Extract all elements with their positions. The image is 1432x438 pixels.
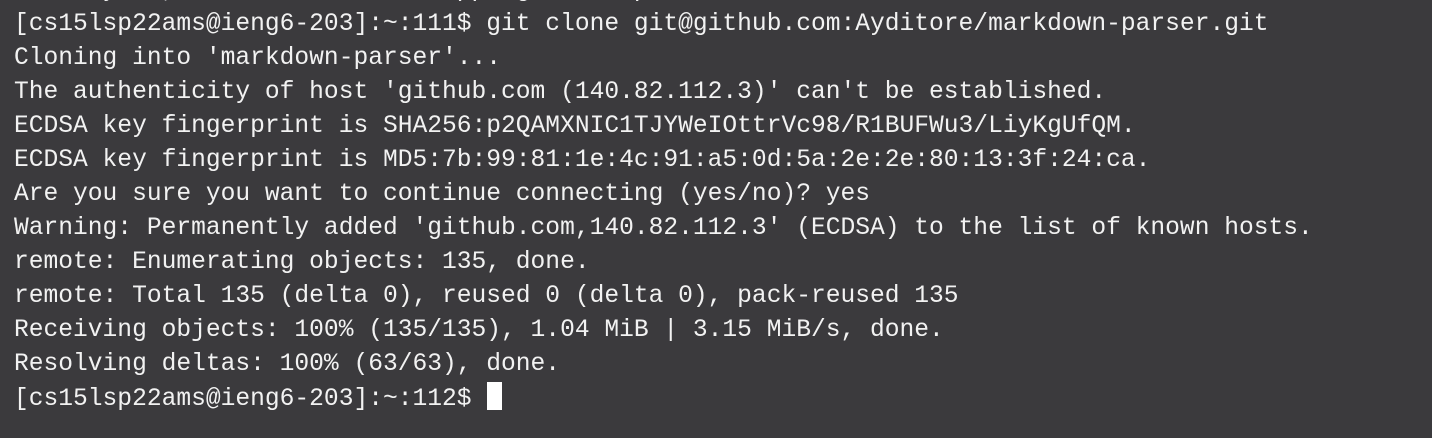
terminal-line: ECDSA key fingerprint is MD5:7b:99:81:1e… [14,147,1151,174]
shell-prompt: [cs15lsp22ams@ieng6-203]:~:112$ [14,386,487,413]
terminal-line-banner: Sat May 07, 2022 1:24am - Prepping cs15l… [14,0,1313,8]
terminal-prompt-line[interactable]: [cs15lsp22ams@ieng6-203]:~:112$ [14,382,1313,416]
terminal-line: Receiving objects: 100% (135/135), 1.04 … [14,317,944,344]
terminal-line: The authenticity of host 'github.com (14… [14,79,1107,106]
terminal-line: Resolving deltas: 100% (63/63), done. [14,351,561,378]
terminal-line: Cloning into 'markdown-parser'... [14,45,502,72]
terminal-line: remote: Total 135 (delta 0), reused 0 (d… [14,283,959,310]
terminal-line: Are you sure you want to continue connec… [14,181,871,208]
terminal-line: ECDSA key fingerprint is SHA256:p2QAMXNI… [14,113,1136,140]
text-cursor [487,382,503,410]
terminal-line-git-clone-command: [cs15lsp22ams@ieng6-203]:~:111$ git clon… [14,11,1269,38]
terminal-output[interactable]: Sat May 07, 2022 1:24am - Prepping cs15l… [14,0,1313,416]
terminal-line: remote: Enumerating objects: 135, done. [14,249,590,276]
terminal-line: Warning: Permanently added 'github.com,1… [14,215,1313,242]
